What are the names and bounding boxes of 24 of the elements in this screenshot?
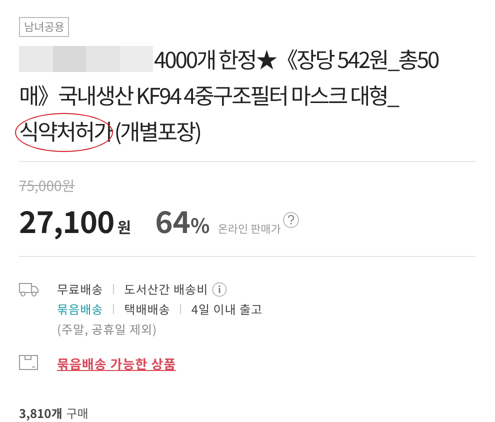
currency-unit: 원 <box>117 217 132 238</box>
bundle-shipping-link[interactable]: 묶음배송 가능한 상품 <box>57 354 176 372</box>
delivery-info: 택배배송 <box>124 300 170 318</box>
question-icon <box>286 215 295 225</box>
original-price: 75,000원 <box>19 176 75 196</box>
delivery-note: (주말, 공휴일 제외) <box>57 320 158 338</box>
product-title: 4000개 한정★《장당 542원_총50 <box>154 43 438 75</box>
delivery-info: 무료배송 <box>57 280 104 298</box>
purchase-count: 3,810개 <box>19 405 62 422</box>
box-icon <box>19 355 38 370</box>
truck-icon <box>19 282 39 297</box>
info-icon[interactable] <box>212 282 228 296</box>
product-tag: 남녀공용 <box>19 17 70 37</box>
delivery-info: 묶음배송 <box>57 300 104 318</box>
percent-sign: % <box>190 210 210 239</box>
product-title: (개별포장) <box>114 115 200 147</box>
sale-price: 27,100 <box>19 198 114 242</box>
purchase-label: 구매 <box>66 405 88 422</box>
product-title: 매》국내생산 KF94 4중구조필터 마스크 대형_ <box>19 79 398 111</box>
price-label: 온라인 판매가 <box>218 221 281 237</box>
delivery-info: 4일 이내 출고 <box>191 300 263 318</box>
discount-rate: 64 <box>155 198 190 242</box>
help-button[interactable] <box>282 212 299 228</box>
delivery-info: 도서산간 배송비 <box>124 280 208 298</box>
